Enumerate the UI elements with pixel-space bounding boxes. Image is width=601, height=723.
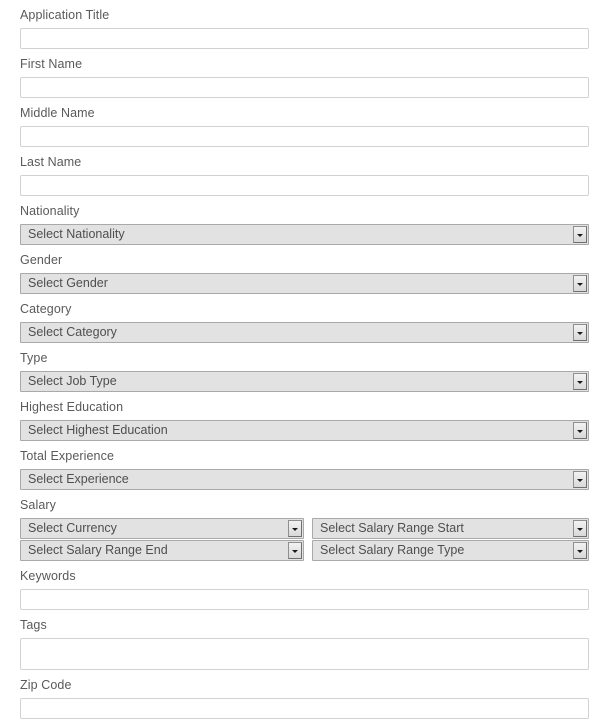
chevron-down-icon[interactable] <box>288 520 302 537</box>
label-zip-code: Zip Code <box>20 678 72 692</box>
label-salary: Salary <box>20 498 57 512</box>
label-highest-education: Highest Education <box>20 400 124 414</box>
field-group-middle-name: Middle Name <box>20 98 589 147</box>
select-total-experience-value: Select Experience <box>28 472 129 486</box>
field-group-keywords: Keywords <box>20 561 589 610</box>
field-group-total-experience: Total Experience Select Experience <box>20 441 589 490</box>
chevron-down-icon[interactable] <box>573 422 587 439</box>
field-group-application-title: Application Title <box>20 0 589 49</box>
select-highest-education[interactable]: Select Highest Education <box>20 420 589 441</box>
label-keywords: Keywords <box>20 569 76 583</box>
chevron-down-icon[interactable] <box>573 520 587 537</box>
field-group-last-name: Last Name <box>20 147 589 196</box>
select-salary-range-start[interactable]: Select Salary Range Start <box>312 518 589 539</box>
label-total-experience: Total Experience <box>20 449 115 463</box>
chevron-down-icon[interactable] <box>288 542 302 559</box>
select-salary-range-type[interactable]: Select Salary Range Type <box>312 540 589 561</box>
label-last-name: Last Name <box>20 155 82 169</box>
field-group-category: Category Select Category <box>20 294 589 343</box>
field-group-highest-education: Highest Education Select Highest Educati… <box>20 392 589 441</box>
chevron-down-icon[interactable] <box>573 324 587 341</box>
chevron-down-icon[interactable] <box>573 471 587 488</box>
job-application-form: Application Title First Name Middle Name… <box>0 0 601 719</box>
label-middle-name: Middle Name <box>20 106 95 120</box>
label-first-name: First Name <box>20 57 83 71</box>
input-first-name[interactable] <box>20 77 589 98</box>
field-group-first-name: First Name <box>20 49 589 98</box>
select-category-value: Select Category <box>28 325 117 339</box>
input-application-title[interactable] <box>20 28 589 49</box>
input-keywords[interactable] <box>20 589 589 610</box>
salary-grid: Select Currency Select Salary Range Star… <box>20 518 589 561</box>
select-highest-education-value: Select Highest Education <box>28 423 168 437</box>
field-group-gender: Gender Select Gender <box>20 245 589 294</box>
select-job-type-value: Select Job Type <box>28 374 117 388</box>
select-total-experience[interactable]: Select Experience <box>20 469 589 490</box>
input-zip-code[interactable] <box>20 698 589 719</box>
label-category: Category <box>20 302 72 316</box>
select-category[interactable]: Select Category <box>20 322 589 343</box>
chevron-down-icon[interactable] <box>573 373 587 390</box>
input-middle-name[interactable] <box>20 126 589 147</box>
select-salary-range-end[interactable]: Select Salary Range End <box>20 540 304 561</box>
input-tags[interactable] <box>20 638 589 670</box>
select-nationality-value: Select Nationality <box>28 227 125 241</box>
select-salary-range-type-value: Select Salary Range Type <box>320 543 465 557</box>
select-nationality[interactable]: Select Nationality <box>20 224 589 245</box>
chevron-down-icon[interactable] <box>573 226 587 243</box>
chevron-down-icon[interactable] <box>573 275 587 292</box>
input-last-name[interactable] <box>20 175 589 196</box>
label-gender: Gender <box>20 253 63 267</box>
select-salary-range-end-value: Select Salary Range End <box>28 543 168 557</box>
label-application-title: Application Title <box>20 8 110 22</box>
select-salary-currency-value: Select Currency <box>28 521 117 535</box>
chevron-down-icon[interactable] <box>573 542 587 559</box>
field-group-tags: Tags <box>20 610 589 670</box>
select-salary-range-start-value: Select Salary Range Start <box>320 521 464 535</box>
field-group-type: Type Select Job Type <box>20 343 589 392</box>
select-gender-value: Select Gender <box>28 276 108 290</box>
select-job-type[interactable]: Select Job Type <box>20 371 589 392</box>
field-group-nationality: Nationality Select Nationality <box>20 196 589 245</box>
field-group-salary: Salary Select Currency Select Salary Ran… <box>20 490 589 561</box>
label-nationality: Nationality <box>20 204 80 218</box>
label-tags: Tags <box>20 618 47 632</box>
select-gender[interactable]: Select Gender <box>20 273 589 294</box>
select-salary-currency[interactable]: Select Currency <box>20 518 304 539</box>
label-type: Type <box>20 351 48 365</box>
field-group-zip-code: Zip Code <box>20 670 589 719</box>
